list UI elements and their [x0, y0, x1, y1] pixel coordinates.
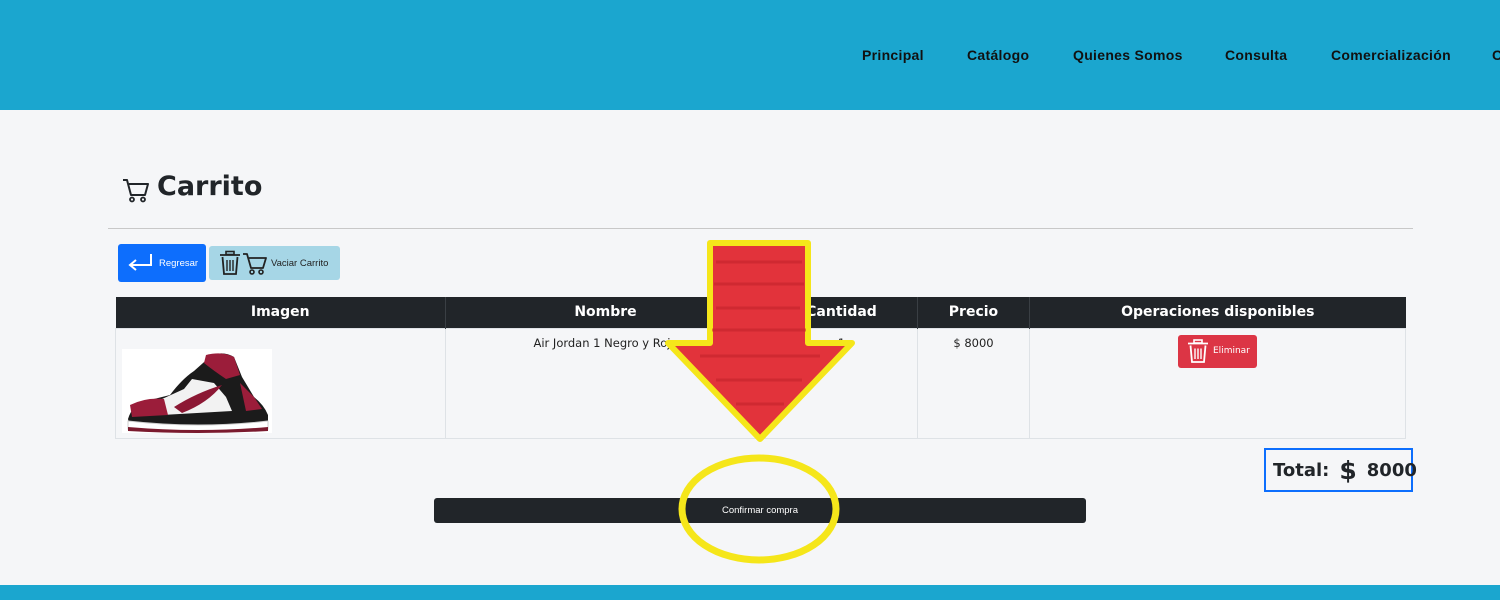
- page-header: Carrito: [121, 168, 262, 204]
- currency-symbol: $: [1339, 455, 1357, 485]
- total-label: Total:: [1273, 459, 1330, 481]
- cart-icon: [123, 179, 149, 203]
- cart-total: Total: $ 8000: [1264, 448, 1417, 492]
- product-image-cell: [115, 327, 446, 439]
- column-header-cantidad: Cantidad: [765, 297, 918, 328]
- footer-bar: [0, 585, 1500, 600]
- product-operations: Eliminar: [1029, 327, 1406, 439]
- nav-link-comercializacion[interactable]: Comercialización: [1331, 47, 1451, 63]
- back-button[interactable]: Regresar: [118, 244, 206, 282]
- total-amount: 8000: [1366, 459, 1417, 481]
- delete-item-label: Eliminar: [1213, 346, 1250, 356]
- column-header-precio: Precio: [917, 297, 1030, 328]
- product-image: [122, 348, 272, 433]
- empty-cart-label: Vaciar Carrito: [271, 257, 329, 269]
- product-price: $ 8000: [917, 327, 1030, 439]
- column-header-nombre: Nombre: [445, 297, 766, 328]
- divider: [108, 228, 1413, 229]
- trash-icon: [1188, 339, 1208, 363]
- table-header-row: Imagen Nombre Cantidad Precio Operacione…: [115, 297, 1406, 328]
- cart-icon: [243, 253, 267, 275]
- nav-link-truncated[interactable]: C: [1492, 47, 1500, 63]
- empty-cart-button[interactable]: Vaciar Carrito: [209, 246, 340, 280]
- return-arrow-icon: [128, 254, 152, 271]
- table-row: Air Jordan 1 Negro y Rojo 1 $ 8000 Elimi…: [115, 327, 1406, 439]
- delete-item-button[interactable]: Eliminar: [1178, 334, 1257, 368]
- confirm-purchase-button[interactable]: Confirmar compra: [434, 498, 1086, 523]
- product-quantity: 1: [765, 327, 918, 439]
- column-header-imagen: Imagen: [115, 297, 446, 328]
- nav-link-consulta[interactable]: Consulta: [1225, 47, 1287, 63]
- page-title: Carrito: [157, 170, 263, 202]
- nav-link-quienes-somos[interactable]: Quienes Somos: [1073, 47, 1183, 63]
- top-navbar: Principal Catálogo Quienes Somos Consult…: [0, 0, 1500, 110]
- trash-icon: [220, 250, 240, 275]
- nav-link-catalogo[interactable]: Catálogo: [967, 47, 1029, 63]
- nav-link-principal[interactable]: Principal: [862, 47, 924, 63]
- back-button-label: Regresar: [159, 257, 199, 269]
- cart-table: Imagen Nombre Cantidad Precio Operacione…: [115, 297, 1406, 439]
- product-name: Air Jordan 1 Negro y Rojo: [445, 327, 766, 439]
- column-header-operaciones: Operaciones disponibles: [1029, 297, 1406, 328]
